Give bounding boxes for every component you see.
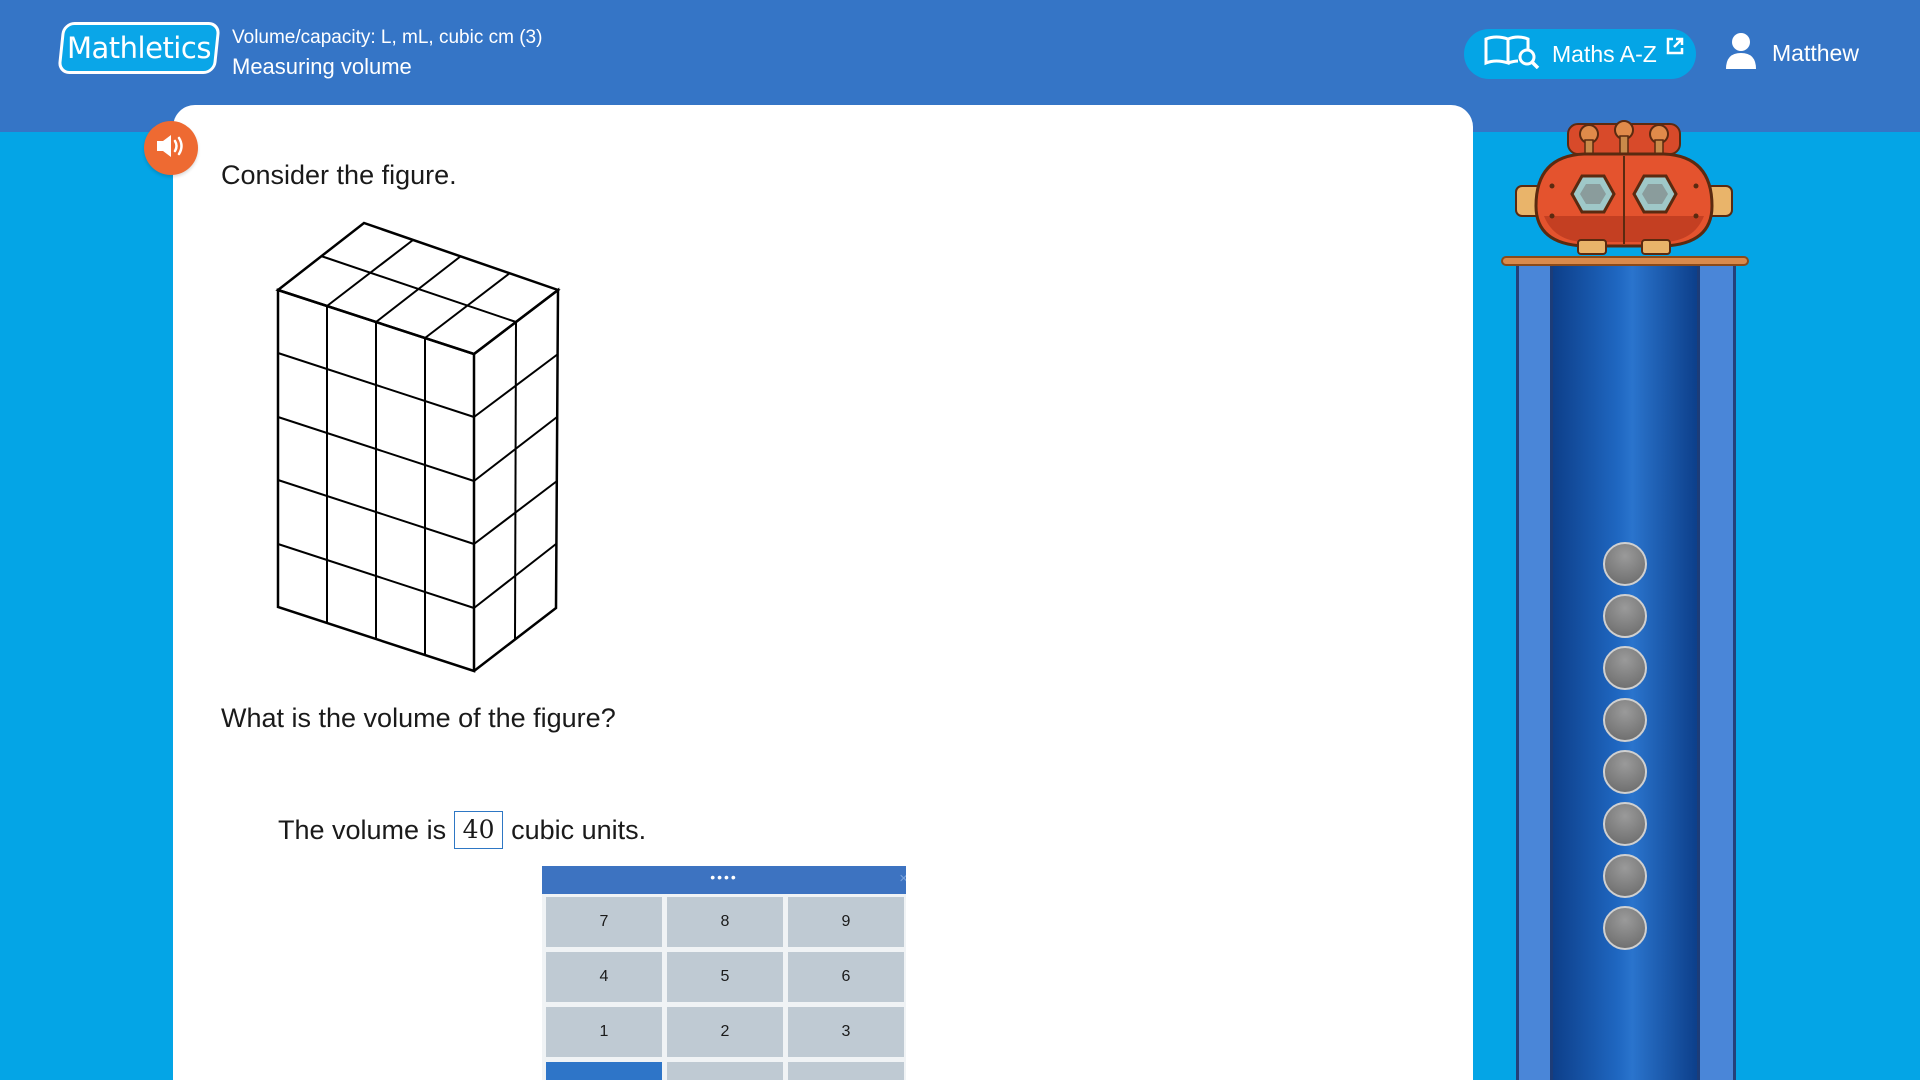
drag-dots-icon: ••••: [710, 869, 738, 885]
key-3[interactable]: 3: [788, 1007, 904, 1057]
progress-ball: [1603, 542, 1647, 586]
key-bottom-middle[interactable]: [667, 1062, 783, 1080]
key-2[interactable]: 2: [667, 1007, 783, 1057]
user-name: Matthew: [1772, 40, 1859, 66]
cuboid-figure: [272, 218, 572, 683]
progress-ball: [1603, 646, 1647, 690]
user-menu[interactable]: Matthew: [1724, 32, 1859, 75]
topic-title: Volume/capacity: L, mL, cubic cm (3): [232, 27, 543, 48]
key-7[interactable]: 7: [546, 897, 662, 947]
question-prompt: Consider the figure.: [221, 160, 457, 190]
answer-input[interactable]: 40: [454, 811, 504, 849]
answer-row: The volume is 40 cubic units.: [278, 811, 646, 849]
subtopic-title: Measuring volume: [232, 54, 412, 79]
progress-ball: [1603, 854, 1647, 898]
user-icon: [1724, 32, 1758, 75]
answer-prefix: The volume is: [278, 814, 447, 845]
key-8[interactable]: 8: [667, 897, 783, 947]
robot-character: [1514, 116, 1734, 261]
mathletics-logo[interactable]: Mathletics: [57, 22, 221, 74]
key-4[interactable]: 4: [546, 952, 662, 1002]
answer-suffix: cubic units.: [511, 814, 647, 845]
audio-button[interactable]: [144, 121, 198, 175]
book-search-icon: [1484, 35, 1542, 74]
progress-ball: [1603, 594, 1647, 638]
progress-ball: [1603, 802, 1647, 846]
key-9[interactable]: 9: [788, 897, 904, 947]
logo-text: Mathletics: [67, 31, 211, 65]
progress-ball: [1603, 750, 1647, 794]
key-1[interactable]: 1: [546, 1007, 662, 1057]
key-bottom-left[interactable]: [546, 1062, 662, 1080]
maths-a-z-label: Maths A-Z: [1552, 40, 1657, 67]
keypad-drag-handle[interactable]: •••• ×: [542, 866, 906, 894]
progress-ball: [1603, 698, 1647, 742]
number-keypad: •••• × 7 8 9 4 5 6 1 2 3: [542, 866, 906, 1080]
external-link-icon: [1665, 36, 1685, 61]
key-5[interactable]: 5: [667, 952, 783, 1002]
progress-ball: [1603, 906, 1647, 950]
key-6[interactable]: 6: [788, 952, 904, 1002]
key-bottom-right[interactable]: [788, 1062, 904, 1080]
keypad-close-icon[interactable]: ×: [899, 870, 906, 887]
question-text: What is the volume of the figure?: [221, 703, 616, 733]
speaker-icon: [155, 133, 187, 164]
maths-a-z-button[interactable]: Maths A-Z: [1464, 29, 1696, 79]
